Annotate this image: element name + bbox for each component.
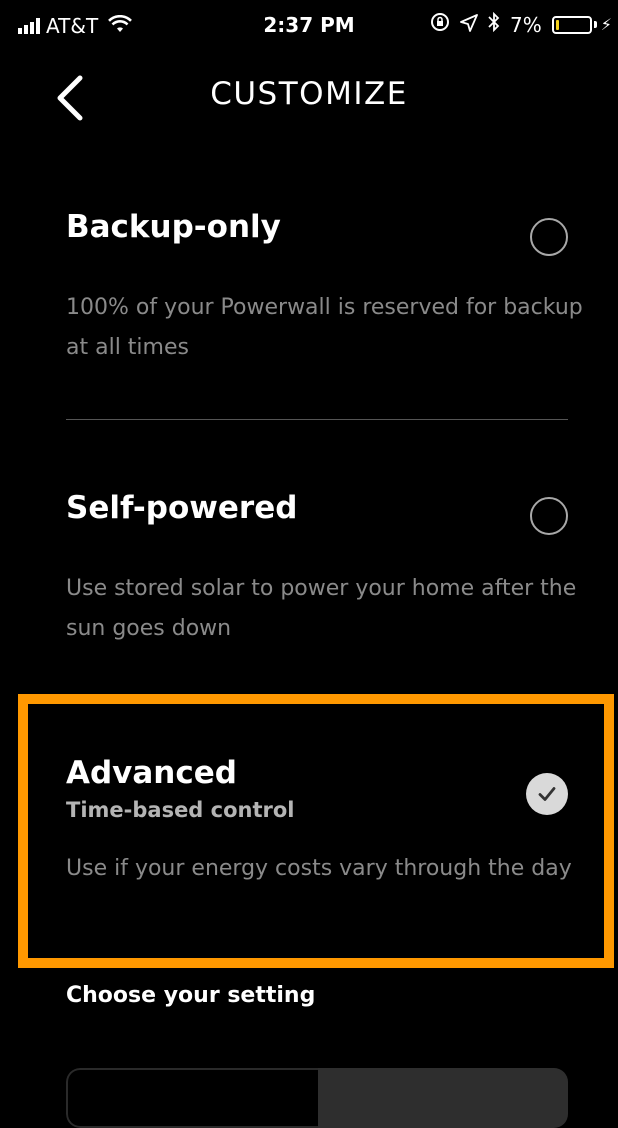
divider — [66, 419, 568, 420]
option-advanced[interactable]: Advanced Time-based control Use if your … — [66, 753, 586, 933]
battery-icon — [551, 15, 592, 34]
radio-unchecked-icon[interactable] — [530, 497, 568, 535]
battery-nub — [593, 21, 597, 28]
checkmark-icon — [538, 787, 556, 801]
segment-right[interactable] — [318, 1068, 568, 1128]
radio-checked-icon[interactable] — [526, 773, 568, 815]
battery-fill — [555, 19, 559, 30]
option-title: Advanced — [66, 755, 237, 791]
option-description: Use if your energy costs vary through th… — [66, 856, 572, 881]
rotation-lock-icon — [430, 12, 450, 37]
segment-left[interactable] — [66, 1068, 318, 1128]
option-subtitle: Time-based control — [66, 798, 295, 822]
bluetooth-icon — [488, 11, 500, 37]
option-backup-only[interactable]: Backup-only 100% of your Powerwall is re… — [66, 207, 586, 367]
nav-header: CUSTOMIZE — [0, 56, 618, 136]
option-title: Backup-only — [66, 209, 281, 245]
battery-percent: 7% — [510, 12, 542, 37]
page-title: CUSTOMIZE — [210, 76, 408, 112]
status-right: 7% ⚡ — [430, 11, 612, 37]
option-title: Self-powered — [66, 490, 298, 526]
location-icon — [460, 13, 478, 37]
setting-segmented-control — [66, 1068, 568, 1128]
option-self-powered[interactable]: Self-powered Use stored solar to power y… — [66, 488, 586, 648]
radio-unchecked-icon[interactable] — [530, 218, 568, 256]
choose-setting-label: Choose your setting — [66, 983, 316, 1008]
option-description: 100% of your Powerwall is reserved for b… — [66, 295, 583, 360]
charging-icon: ⚡ — [600, 15, 612, 34]
status-bar: AT&T 2:37 PM 7% ⚡ — [0, 0, 618, 56]
option-description: Use stored solar to power your home afte… — [66, 576, 577, 641]
